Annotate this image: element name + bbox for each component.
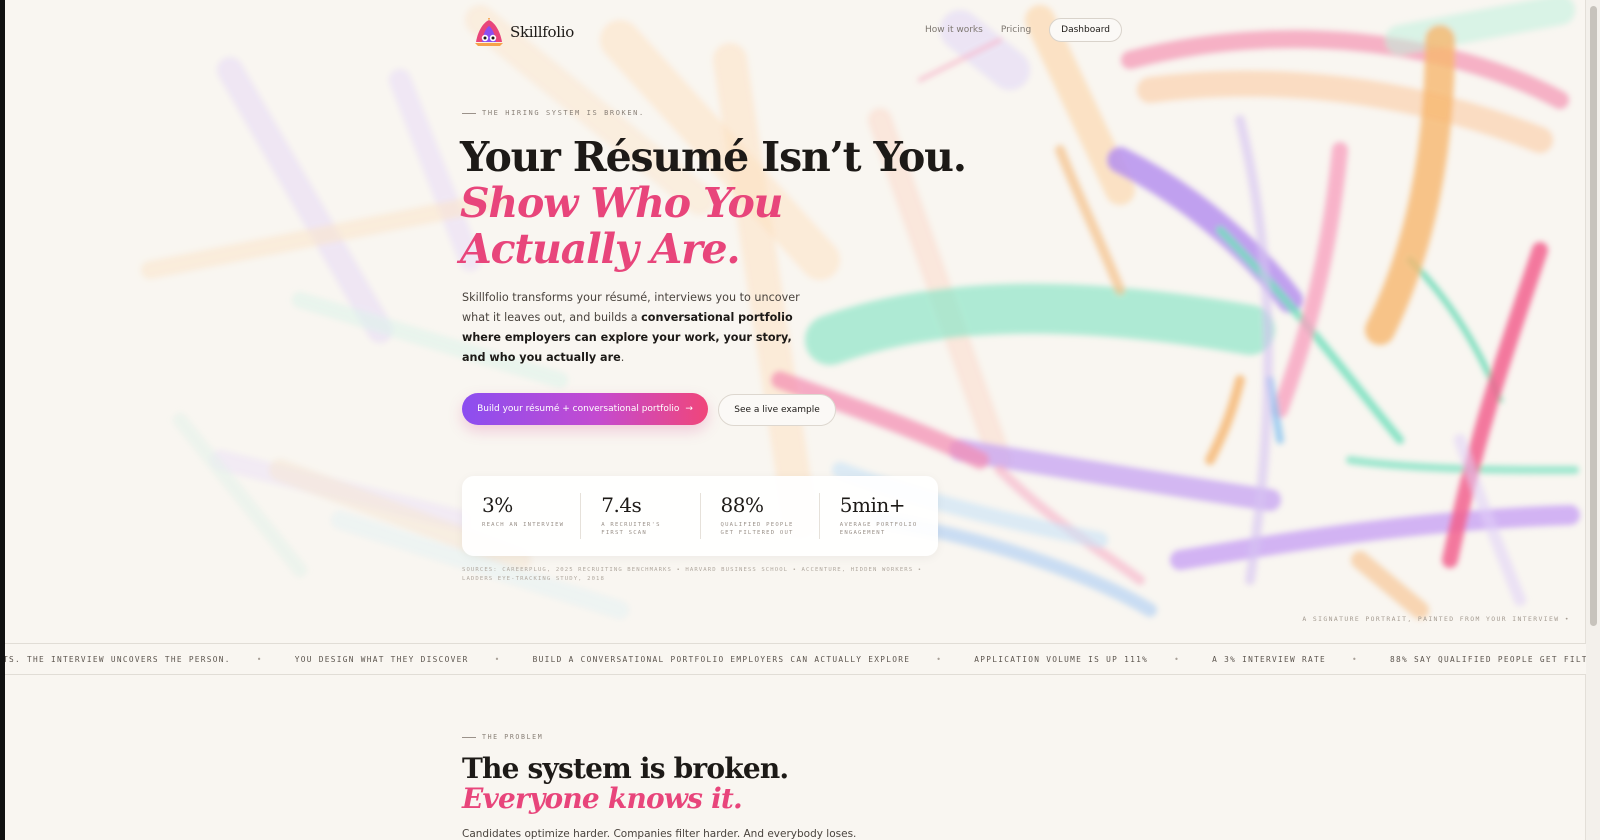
hero-title: Your Résumé Isn’t You. Show Who You Actu… [460,133,967,273]
stat-item: 7.4s A RECRUITER'S FIRST SCAN [580,493,699,539]
problem-eyebrow-text: THE PROBLEM [482,733,544,741]
problem-description: Candidates optimize harder. Companies fi… [462,828,857,840]
stats-card: 3% REACH AN INTERVIEW 7.4s A RECRUITER'S… [462,476,938,556]
live-example-label: See a live example [734,405,820,415]
ticker-item: A 3% INTERVIEW RATE [1212,655,1326,664]
ticker-separator: • [256,655,263,664]
stat-item: 5min+ AVERAGE PORTFOLIO ENGAGEMENT [818,493,938,539]
ticker-marquee: TS. THE INTERVIEW UNCOVERS THE PERSON. • … [5,643,1586,675]
ticker-item: APPLICATION VOLUME IS UP 111% [974,655,1149,664]
stat-value: 3% [482,493,513,517]
problem-title-line-2: Everyone knows it. [462,782,743,815]
hero-description: Skillfolio transforms your résumé, inter… [462,288,812,368]
brand-name: Skillfolio [510,23,574,41]
problem-title: The system is broken. Everyone knows it. [462,752,789,815]
nav-link-pricing[interactable]: Pricing [1001,25,1031,35]
stat-label: AVERAGE PORTFOLIO ENGAGEMENT [839,522,918,536]
ticker-separator: • [1352,655,1358,664]
ticker-item: TS. THE INTERVIEW UNCOVERS THE PERSON. [5,655,231,664]
stat-item: 3% REACH AN INTERVIEW [462,493,580,539]
hero-title-line-2: Show Who You [460,179,783,227]
ticker-item: BUILD A CONVERSATIONAL PORTFOLIO EMPLOYE… [532,655,911,664]
hero-title-line-3: Actually Are. [460,225,741,273]
nav-links: How it works Pricing Dashboard [925,18,1122,42]
eyebrow-dash [462,736,476,738]
stat-value: 5min+ [839,493,906,517]
ticker-item: YOU DESIGN WHAT THEY DISCOVER [294,655,469,664]
eyebrow-dash [462,112,476,114]
live-example-button[interactable]: See a live example [718,394,836,426]
stat-value: 7.4s [601,493,642,517]
ticker-separator: • [936,655,943,664]
stat-label: QUALIFIED PEOPLE GET FILTERED OUT [720,522,794,536]
nav-link-how-it-works[interactable]: How it works [925,25,983,35]
hero-eyebrow: THE HIRING SYSTEM IS BROKEN. [462,109,645,117]
brand-logo[interactable]: Skillfolio [472,16,574,48]
problem-eyebrow: THE PROBLEM [462,733,543,741]
arrow-right-icon: → [685,404,693,414]
ticker-track: TS. THE INTERVIEW UNCOVERS THE PERSON. • … [5,655,1586,664]
page-scrollbar[interactable] [1585,0,1600,840]
hero-eyebrow-text: THE HIRING SYSTEM IS BROKEN. [482,109,645,117]
ticker-item: 88% SAY QUALIFIED PEOPLE GET FILTERED OU… [1390,655,1586,664]
scrollbar-thumb[interactable] [1590,6,1597,626]
problem-title-line-1: The system is broken. [462,752,789,785]
ticker-separator: • [494,655,501,664]
stat-label: REACH AN INTERVIEW [482,522,565,528]
mascot-logo-icon [475,18,503,46]
hero-title-line-1: Your Résumé Isn’t You. [460,133,967,181]
build-portfolio-label: Build your résumé + conversational portf… [477,404,680,414]
portrait-caption: A SIGNATURE PORTRAIT, PAINTED FROM YOUR … [1302,615,1570,623]
stat-item: 88% QUALIFIED PEOPLE GET FILTERED OUT [699,493,819,539]
stat-value: 88% [720,493,764,517]
build-portfolio-button[interactable]: Build your résumé + conversational portf… [462,393,708,425]
top-navigation: Skillfolio How it works Pricing Dashboar… [472,14,1122,50]
stat-label: A RECRUITER'S FIRST SCAN [601,522,661,536]
stats-sources: SOURCES: CAREERPLUG, 2025 RECRUITING BEN… [462,567,923,582]
ticker-separator: • [1174,655,1181,664]
dashboard-button[interactable]: Dashboard [1049,18,1122,42]
hero-description-end: . [620,351,625,364]
